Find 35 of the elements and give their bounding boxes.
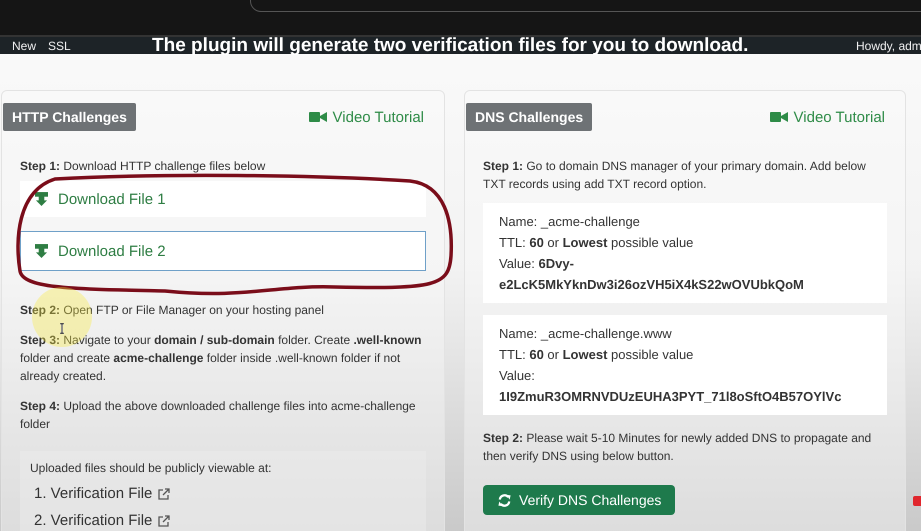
info-text: Uploaded files should be publicly viewable at: [30, 461, 272, 475]
record-line: TTL: 60 or Lowest possible value [499, 234, 694, 252]
download-button[interactable]: Download File 2 [20, 231, 426, 271]
step-text: Step 2: Please wait 5-10 Minutes for newly added DNS to propagate and then verify DNS using below button. [483, 430, 872, 465]
record-line: Name: _acme-challenge [499, 213, 641, 231]
step-text: Step 3: Navigate to your domain / sub-domain folder. Create .well-known folder and create acme-challenge folder inside .well-known folder if not already created. [20, 332, 422, 385]
admin-menu-item[interactable]: New [12, 38, 36, 52]
video-camera-icon [308, 111, 327, 123]
admin-menu-item[interactable]: SSL [48, 38, 71, 52]
external-link-icon [158, 488, 170, 500]
step-text: Step 1: Go to domain DNS manager of your primary domain. Add below TXT records using add TXT record option. [483, 158, 867, 193]
step-text: Step 1: Download HTTP challenge files below [20, 158, 266, 175]
video-tutorial-link[interactable]: Video Tutorial [308, 108, 424, 126]
video-camera-icon [770, 111, 788, 123]
download-icon [35, 192, 48, 206]
refresh-icon [497, 492, 512, 508]
panel-title: HTTP Challenges [3, 103, 136, 131]
download-icon [35, 244, 48, 258]
panel-title: DNS Challenges [466, 103, 592, 131]
notification-badge [913, 496, 921, 506]
external-link-icon [158, 514, 170, 526]
record-line: Value: 6Dvy-e2LcK5MkYknDw3i26ozVH5iX4kS22wOVUbkQoM [499, 255, 805, 294]
video-tutorial-link[interactable]: Video Tutorial [770, 108, 885, 126]
record-line: Value: 1I9ZmuR3OMRNVDUzEUHA3PYT_71l8oSftO4B57OYlVc [499, 367, 842, 406]
verify-dns-button[interactable]: Verify DNS Challenges [483, 485, 676, 515]
video-caption: The plugin will generate two verification files for you to download. [152, 34, 750, 56]
text-cursor-icon [58, 323, 66, 334]
verification-link[interactable]: 2. Verification File [30, 512, 416, 529]
record-line: Name: _acme-challenge.www [499, 325, 673, 343]
record-line: TTL: 60 or Lowest possible value [499, 346, 694, 364]
greeting[interactable]: Howdy, adm [856, 38, 921, 52]
verification-link[interactable]: 1. Verification File [30, 485, 416, 502]
step-text: Step 4: Upload the above downloaded challenge files into acme-challenge folder [20, 398, 417, 433]
step-text: Step 2: Open FTP or File Manager on your hosting panel [20, 302, 325, 319]
download-button[interactable]: Download File 1 [20, 181, 426, 217]
